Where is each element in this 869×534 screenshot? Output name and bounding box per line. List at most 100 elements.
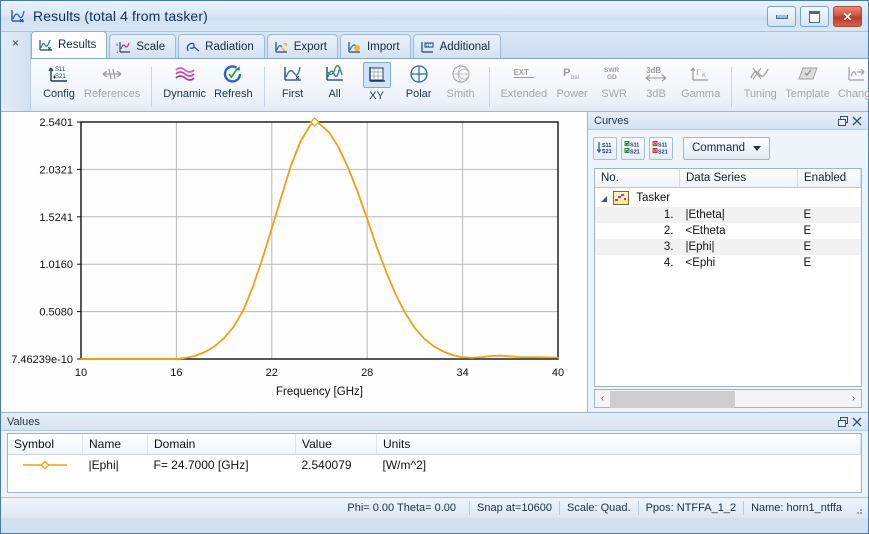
curves-dock-title: Curves xyxy=(594,115,629,127)
scroll-track[interactable] xyxy=(610,391,846,406)
row-data-series: |Etheta| xyxy=(680,207,798,223)
tab-scale[interactable]: 0 1 Scale xyxy=(109,34,176,58)
status-scale: Scale: Quad. xyxy=(559,501,638,515)
close-icon[interactable] xyxy=(850,415,864,429)
ribbon-button-label: Template xyxy=(785,88,830,100)
ribbon-group-config: S11 S21 Config xyxy=(34,58,148,112)
ribbon-button-label: References xyxy=(84,88,140,100)
references-icon xyxy=(99,62,125,86)
tab-label: Additional xyxy=(440,41,491,53)
tab-label: Import xyxy=(367,41,400,53)
window-controls: ✕ xyxy=(767,6,862,27)
ribbon-button-power[interactable]: P bal Power xyxy=(551,60,593,100)
ribbon-button-label: First xyxy=(282,88,303,100)
svg-text:40: 40 xyxy=(552,367,564,379)
row-enabled: E xyxy=(798,239,861,255)
maximize-button[interactable] xyxy=(800,6,829,27)
curve-symbol-icon xyxy=(14,459,77,471)
s11-s21-arrow-icon[interactable]: S11 S21 xyxy=(593,137,617,160)
tab-additional[interactable]: Additional xyxy=(413,34,502,58)
table-row[interactable]: 4. <Ephi E xyxy=(595,255,861,271)
values-dock-title: Values xyxy=(7,416,40,428)
ribbon-button-3db[interactable]: 3dB 3dB xyxy=(635,60,677,100)
scroll-right-arrow-icon[interactable]: › xyxy=(846,393,861,404)
ribbon-button-tuning[interactable]: Tuning xyxy=(739,60,781,100)
svg-text:S21: S21 xyxy=(55,74,66,80)
ribbon-groups: S11 S21 Config xyxy=(30,59,869,111)
row-value: 2.540079 xyxy=(296,455,377,476)
ribbon-close-icon[interactable]: × xyxy=(1,32,30,50)
table-row[interactable]: 1. |Etheta| E xyxy=(595,207,861,223)
ribbon-button-dynamic[interactable]: Dynamic xyxy=(159,60,210,100)
curves-horizontal-scrollbar[interactable]: ‹ › xyxy=(594,389,862,408)
s11-s21-check-icon[interactable]: S11 S21 xyxy=(621,137,645,160)
xy-grid-icon xyxy=(363,62,391,88)
ribbon-group-view: Dynamic Refresh xyxy=(155,58,260,112)
row-enabled: E xyxy=(798,223,861,239)
column-header-data-series[interactable]: Data Series xyxy=(680,169,798,188)
status-ppos: Ppos: NTFFA_1_2 xyxy=(638,501,744,515)
float-icon[interactable] xyxy=(836,114,850,128)
frequency-plot[interactable]: 7.46239e-100.50801.01601.52412.03212.540… xyxy=(1,112,587,412)
ribbon-button-refresh[interactable]: Refresh xyxy=(210,60,257,100)
ribbon-button-extended[interactable]: EXT Extended xyxy=(497,60,551,100)
change-icon xyxy=(844,62,869,86)
gamma-k-icon: Γ K xyxy=(688,62,714,86)
scroll-left-arrow-icon[interactable]: ‹ xyxy=(595,393,610,404)
table-row[interactable]: 2. <Etheta E xyxy=(595,223,861,239)
ribbon-button-gamma[interactable]: Γ K Gamma xyxy=(677,60,724,100)
row-units: [W/m^2] xyxy=(377,455,861,476)
column-header-domain[interactable]: Domain xyxy=(148,434,296,455)
additional-chart-icon xyxy=(420,40,435,54)
svg-text:S21: S21 xyxy=(630,150,640,156)
values-grid[interactable]: Symbol Name Domain Value Units xyxy=(7,433,862,493)
column-header-value[interactable]: Value xyxy=(296,434,377,455)
svg-text:S11: S11 xyxy=(658,143,667,149)
ribbon-button-config[interactable]: S11 S21 Config xyxy=(38,60,80,100)
ribbon-button-smith[interactable]: Smith xyxy=(440,60,482,100)
ribbon-button-swr[interactable]: SWR GD SWR xyxy=(593,60,635,100)
close-icon[interactable] xyxy=(850,114,864,128)
row-enabled: E xyxy=(798,255,861,271)
ribbon-button-polar[interactable]: Polar xyxy=(398,60,440,100)
expand-twisty-icon[interactable]: ◢ xyxy=(601,194,610,203)
resize-grip-icon[interactable] xyxy=(853,502,865,514)
svg-text:Γ: Γ xyxy=(696,68,701,77)
s11-s21-cross-icon[interactable]: S11 S21 xyxy=(649,137,673,160)
ribbon-button-references[interactable]: References xyxy=(80,60,144,100)
column-header-name[interactable]: Name xyxy=(83,434,148,455)
ribbon-button-first[interactable]: First xyxy=(272,60,314,100)
svg-text:S11: S11 xyxy=(630,143,639,149)
column-header-symbol[interactable]: Symbol xyxy=(8,434,83,455)
ribbon-separator xyxy=(151,67,152,107)
float-icon[interactable] xyxy=(836,415,850,429)
column-header-units[interactable]: Units xyxy=(377,434,861,455)
ribbon-button-template[interactable]: Template xyxy=(781,60,834,100)
tab-radiation[interactable]: Radiation xyxy=(178,34,265,58)
column-header-enabled[interactable]: Enabled xyxy=(798,169,861,188)
curves-toolbar: S11 S21 S11 S21 xyxy=(588,130,868,166)
svg-text:S21: S21 xyxy=(602,149,612,155)
ribbon-button-label: Config xyxy=(43,88,75,100)
main-content: 7.46239e-100.50801.01601.52412.03212.540… xyxy=(1,112,868,412)
tab-label: Results xyxy=(58,39,96,51)
tab-export[interactable]: Export xyxy=(267,34,338,58)
ribbon-button-label: XY xyxy=(369,90,384,102)
curves-grid[interactable]: No. Data Series Enabled ◢ xyxy=(594,168,862,387)
column-header-no[interactable]: No. xyxy=(595,169,680,188)
svg-text:P: P xyxy=(563,67,570,79)
curve-group-icon xyxy=(613,191,629,205)
ribbon-button-change[interactable]: Change xyxy=(834,60,869,100)
command-dropdown[interactable]: Command xyxy=(683,137,770,160)
curves-group-row[interactable]: ◢ Tasker xyxy=(595,188,861,208)
table-row[interactable]: 3. |Ephi| E xyxy=(595,239,861,255)
ribbon-button-xy[interactable]: XY xyxy=(356,60,398,102)
plot-pane[interactable]: 7.46239e-100.50801.01601.52412.03212.540… xyxy=(1,112,588,412)
tab-import[interactable]: Import xyxy=(340,34,411,58)
ribbon-button-all[interactable]: All xyxy=(314,60,356,100)
scroll-thumb[interactable] xyxy=(610,391,735,408)
close-button[interactable]: ✕ xyxy=(833,6,862,27)
minimize-button[interactable] xyxy=(767,6,796,27)
table-row[interactable]: |Ephi| F= 24.7000 [GHz] 2.540079 [W/m^2] xyxy=(8,455,861,476)
tab-results[interactable]: Results xyxy=(31,31,107,58)
